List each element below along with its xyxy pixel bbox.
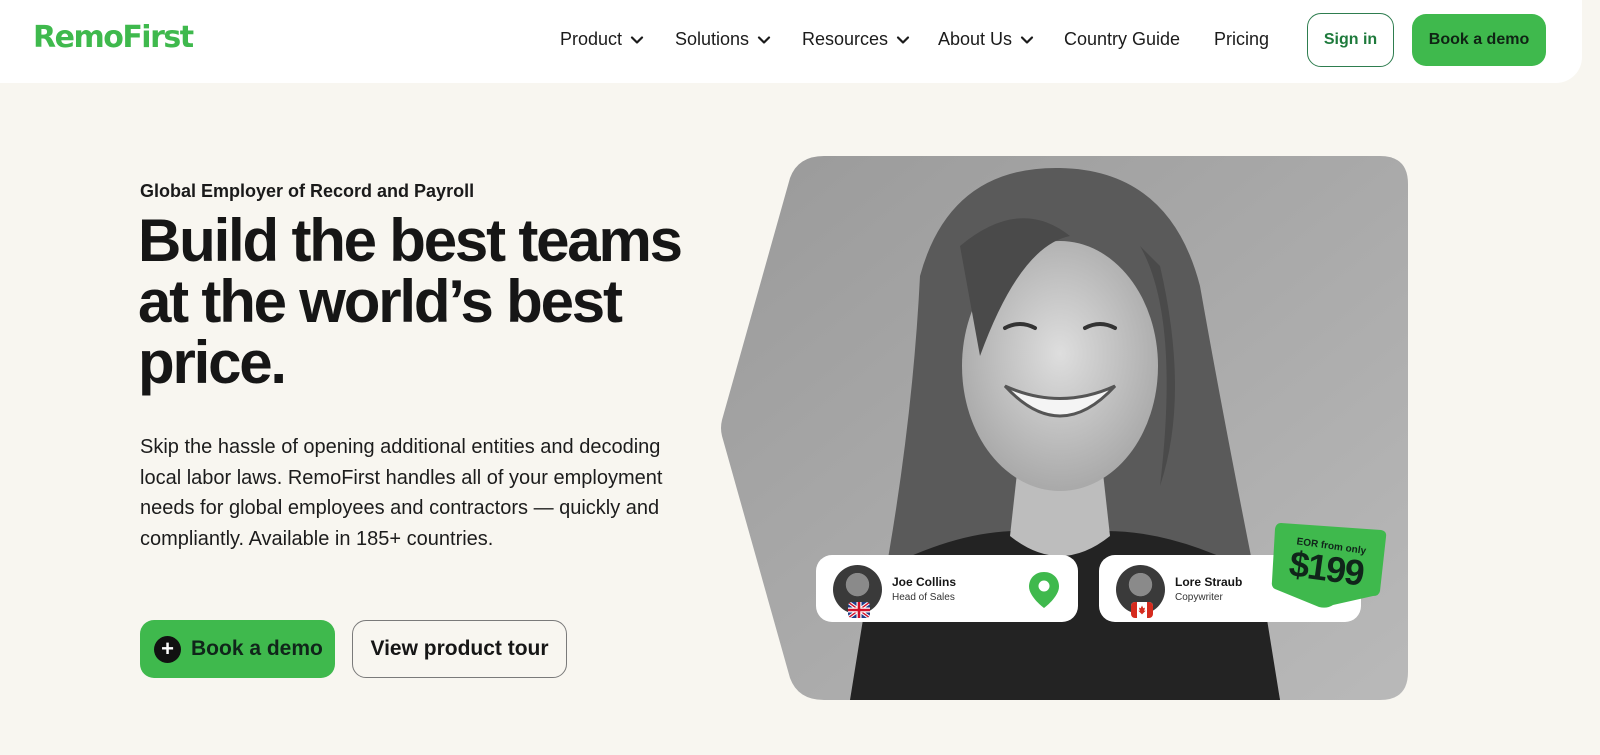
employee-name: Joe Collins [892,575,957,589]
book-demo-header-button[interactable]: Book a demo [1412,14,1546,66]
hero-description: Skip the hassle of opening additional en… [140,436,663,550]
chevron-down-icon [896,35,910,44]
nav-item-resources[interactable]: Resources [802,29,910,50]
canada-flag-icon [1131,602,1153,618]
book-demo-hero-button[interactable]: + Book a demo [140,620,335,678]
nav-item-label: Solutions [675,29,750,49]
location-pin-icon [1029,572,1059,608]
hero-eyebrow: Global Employer of Record and Payroll [140,181,475,201]
chevron-down-icon [757,35,771,44]
nav-item-about-us[interactable]: About Us [938,29,1034,50]
employee-name: Lore Straub [1175,575,1243,589]
brand-logo[interactable]: RemoFirst [33,20,194,55]
chevron-down-icon [630,35,644,44]
nav-item-label: Pricing [1214,29,1270,49]
uk-flag-icon [848,602,870,618]
nav-item-label: Resources [802,29,889,49]
employee-role: Head of Sales [892,592,955,603]
nav-item-label: Country Guide [1064,29,1181,49]
book-demo-label: Book a demo [191,637,323,660]
site-header: RemoFirst Product Solutions Resources Ab… [0,0,1582,83]
employee-card: Joe Collins Head of Sales [816,555,1078,622]
nav-item-solutions[interactable]: Solutions [675,29,771,50]
chevron-down-icon [1020,35,1034,44]
sign-in-button[interactable]: Sign in [1307,13,1394,67]
nav-item-product[interactable]: Product [560,29,644,50]
nav-item-pricing[interactable]: Pricing [1214,29,1269,50]
nav-item-label: Product [560,29,623,49]
nav-item-label: About Us [938,29,1013,49]
nav-item-country-guide[interactable]: Country Guide [1064,29,1180,50]
price-badge: EOR from only $199 [1271,523,1387,608]
plus-circle-icon: + [154,635,181,663]
hero-headline: Build the best teams at the world’s best… [138,207,683,396]
employee-role: Copywriter [1175,592,1223,603]
view-product-tour-button[interactable]: View product tour [352,620,567,678]
